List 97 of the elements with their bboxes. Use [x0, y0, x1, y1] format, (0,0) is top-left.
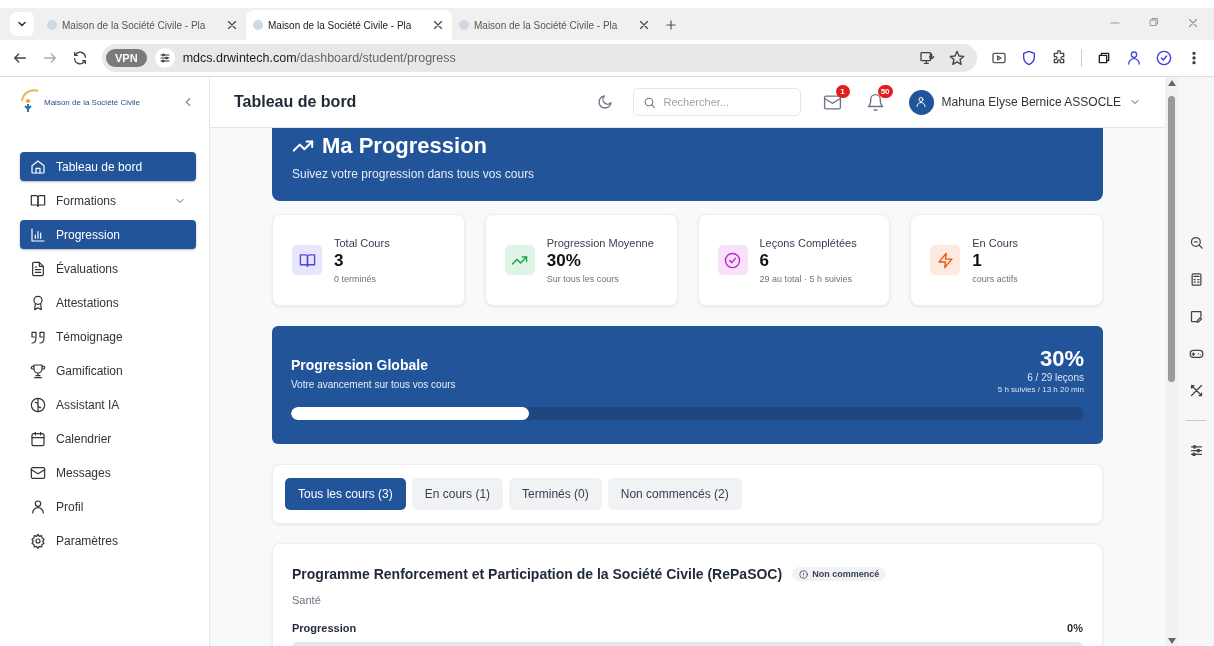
- filter-tab[interactable]: Tous les cours (3): [285, 478, 406, 510]
- sidebar-item[interactable]: Messages: [20, 458, 196, 487]
- vpn-badge[interactable]: VPN: [106, 49, 147, 67]
- trophy-icon: [30, 362, 46, 379]
- house-icon: [30, 158, 46, 175]
- filter-tab[interactable]: En cours (1): [411, 478, 504, 510]
- progress-label: Progression: [292, 622, 357, 634]
- dark-mode-icon[interactable]: [596, 94, 613, 110]
- sidebar-item[interactable]: Progression: [20, 220, 196, 249]
- course-category: Santé: [292, 594, 322, 606]
- stat-label: En Cours: [972, 236, 1019, 249]
- shield-check-icon[interactable]: [1156, 50, 1172, 66]
- status-badge: Non commencé: [792, 567, 887, 581]
- envelope-icon[interactable]: [822, 92, 842, 112]
- bar-chart-icon: [30, 226, 46, 243]
- scrollbar-thumb[interactable]: [1168, 96, 1175, 382]
- search-icon: [642, 96, 656, 109]
- sidebar-item[interactable]: Gamification: [20, 356, 196, 385]
- lessons-count: 6 / 29 leçons: [1026, 372, 1084, 383]
- card-title: Progression Globale: [291, 357, 429, 373]
- sidebar-item[interactable]: Profil: [20, 492, 196, 521]
- ribbon-icon: [30, 294, 46, 311]
- close-icon[interactable]: [637, 18, 651, 32]
- extensions-icon[interactable]: [1051, 50, 1067, 66]
- sidebar-item[interactable]: Attestations: [20, 288, 196, 317]
- address-bar[interactable]: VPN mdcs.drwintech.com/dashboard/student/progress: [102, 44, 977, 72]
- stat-note: 29 au total · 5 h suivies: [759, 273, 854, 284]
- book-icon: [30, 192, 46, 209]
- card-subtitle: Votre avancement sur tous vos cours: [291, 379, 456, 390]
- install-app-icon[interactable]: [919, 50, 935, 66]
- check-circle-icon: [724, 251, 741, 269]
- browser-tab[interactable]: Maison de la Société Civile - Pla: [452, 10, 658, 40]
- tools-icon[interactable]: [1188, 383, 1204, 398]
- bookmark-star-icon[interactable]: [949, 50, 965, 66]
- favicon-icon: [459, 20, 469, 30]
- notification-badge: 1: [835, 84, 850, 98]
- stat-value: 6: [759, 250, 770, 271]
- stat-value: 30%: [546, 250, 582, 271]
- edit-note-icon[interactable]: [1188, 309, 1204, 324]
- site-settings-icon: [158, 52, 171, 64]
- reload-icon[interactable]: [72, 50, 88, 66]
- course-title: Programme Renforcement et Participation de la Société Civile (RePaSOC): [292, 566, 783, 582]
- stat-value: 1: [972, 250, 983, 271]
- user-menu[interactable]: Mahuna Elyse Bernice ASSOCLE: [908, 89, 1141, 115]
- scroll-up-icon[interactable]: [1167, 80, 1176, 86]
- sidebar-toggle-icon[interactable]: [1096, 50, 1112, 66]
- book-icon: [298, 251, 316, 269]
- settings-sliders-icon[interactable]: [1188, 443, 1204, 458]
- profile-icon[interactable]: [1126, 50, 1142, 66]
- new-tab-icon[interactable]: [664, 18, 678, 32]
- browser-tab[interactable]: Maison de la Société Civile - Pla: [40, 10, 246, 40]
- settings-icon: [30, 532, 46, 549]
- page-title: Tableau de bord: [234, 93, 357, 111]
- sidebar-item[interactable]: Tableau de bord: [20, 152, 196, 181]
- sidebar-item[interactable]: Assistant IA: [20, 390, 196, 419]
- sidebar-item[interactable]: Formations: [20, 186, 196, 215]
- favicon-icon: [253, 20, 263, 30]
- sidebar-item[interactable]: Évaluations: [20, 254, 196, 283]
- stat-label: Progression Moyenne: [546, 236, 654, 249]
- video-icon[interactable]: [991, 50, 1007, 66]
- stat-label: Leçons Complétées: [759, 236, 857, 249]
- bell-icon[interactable]: [865, 92, 885, 112]
- filter-tab[interactable]: Non commencés (2): [607, 478, 742, 510]
- stat-note: cours actifs: [972, 273, 1019, 284]
- logo-text: Maison de la Société Civile: [44, 97, 141, 107]
- notification-badge: 50: [877, 84, 893, 98]
- envelope-icon: [30, 464, 46, 481]
- sidebar-item[interactable]: Calendrier: [20, 424, 196, 453]
- shield-icon[interactable]: [1021, 50, 1037, 66]
- time-spent: 5 h suivies / 13 h 20 min: [997, 385, 1084, 394]
- calculator-icon[interactable]: [1188, 272, 1204, 287]
- lightning-icon: [936, 251, 954, 269]
- stat-note: 0 terminés: [334, 273, 378, 284]
- favicon-icon: [47, 20, 57, 30]
- calendar-icon: [30, 430, 46, 447]
- browser-tab[interactable]: Maison de la Société Civile - Pla: [246, 10, 452, 40]
- banner-subtitle: Suivez votre progression dans tous vos cours: [292, 167, 536, 181]
- progress-percent: 30%: [1038, 346, 1084, 372]
- stat-note: Sur tous les cours: [546, 273, 620, 284]
- search-field[interactable]: Rechercher...: [632, 88, 801, 116]
- document-icon: [30, 260, 46, 277]
- person-icon: [30, 498, 46, 515]
- stat-value: 3: [334, 250, 345, 271]
- search-icon[interactable]: [1188, 235, 1204, 250]
- banner-title: Ma Progression: [322, 133, 488, 159]
- filter-tab[interactable]: Terminés (0): [509, 478, 602, 510]
- person-icon: [915, 96, 928, 108]
- progress-percent: 0%: [1067, 622, 1083, 634]
- url-text: mdcs.drwintech.com/dashboard/student/progress: [182, 51, 456, 65]
- sidebar-item[interactable]: Témoignage: [20, 322, 196, 351]
- info-icon: [799, 569, 809, 579]
- scroll-down-icon[interactable]: [1167, 638, 1176, 644]
- back-icon[interactable]: [12, 50, 28, 66]
- close-icon[interactable]: [431, 18, 445, 32]
- sidebar-item[interactable]: Paramètres: [20, 526, 196, 555]
- close-icon[interactable]: [225, 18, 239, 32]
- stat-label: Total Cours: [334, 236, 390, 249]
